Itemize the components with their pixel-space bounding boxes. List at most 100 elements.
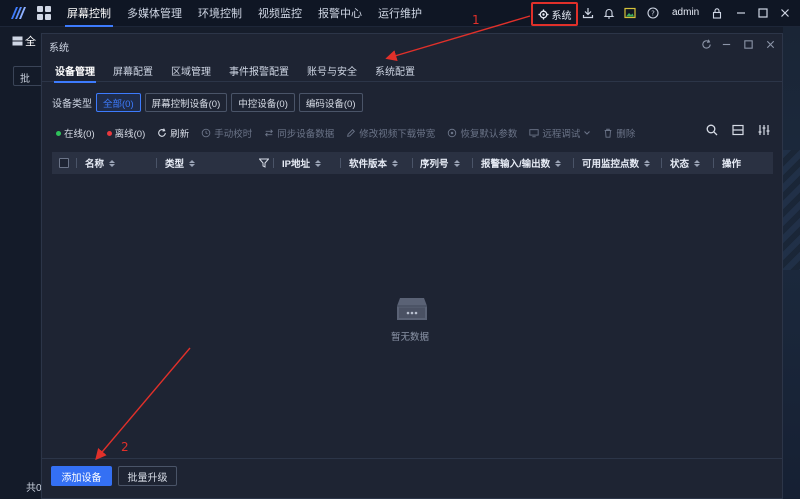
column-serial-number[interactable]: 序列号	[420, 152, 460, 174]
remote-debug-dropdown[interactable]: 远程调试	[529, 126, 591, 140]
sync-device-data-button[interactable]: 同步设备数据	[264, 126, 334, 140]
nav-video-monitor[interactable]: 视频监控	[250, 0, 310, 27]
online-dot-icon	[56, 130, 61, 136]
sync-icon	[265, 129, 274, 137]
dialog-refresh-icon[interactable]	[700, 38, 712, 50]
sort-icon	[644, 159, 651, 167]
empty-state: 暂无数据	[390, 296, 434, 343]
tab-screen-config[interactable]: 屏幕配置	[104, 58, 162, 82]
nav-screen-control[interactable]: 屏幕控制	[59, 0, 119, 27]
filter-chip-encoder[interactable]: 编码设备(0)	[298, 93, 363, 112]
device-table-header: 名称 类型 IP地址 软件版本 序列号 报警输入/输出数 可用监控点数 状态 操…	[52, 152, 773, 174]
column-name[interactable]: 名称	[85, 152, 116, 174]
app-menu-icon[interactable]	[37, 6, 51, 20]
annotation-step-2: 2	[121, 440, 129, 454]
sort-icon	[694, 159, 701, 167]
filter-chip-all[interactable]: 全部(0)	[96, 93, 141, 112]
time-sync-button[interactable]: 手动校时	[201, 126, 252, 140]
column-settings-icon[interactable]	[732, 124, 744, 136]
refresh-icon	[158, 128, 167, 137]
svg-text:?: ?	[651, 10, 655, 18]
bell-icon[interactable]	[602, 6, 616, 20]
select-all-checkbox[interactable]	[59, 152, 69, 174]
empty-state-text: 暂无数据	[390, 332, 429, 343]
sort-icon	[453, 159, 460, 167]
dialog-minimize-icon[interactable]	[720, 38, 732, 50]
tab-event-alarm-config[interactable]: 事件报警配置	[220, 58, 298, 82]
chevron-down-icon	[584, 131, 591, 135]
add-device-button[interactable]: 添加设备	[51, 466, 112, 486]
dialog-footer-divider	[42, 458, 782, 459]
main-nav: 屏幕控制 多媒体管理 环境控制 视频监控 报警中心 运行维护	[59, 0, 430, 27]
nav-multimedia[interactable]: 多媒体管理	[119, 0, 190, 27]
device-toolbar: 在线(0) 离线(0) 刷新 手动校时 同步设备数据 修改视频下载带宽 恢复默认…	[56, 124, 776, 142]
sort-icon	[392, 159, 399, 167]
search-icon[interactable]	[706, 124, 718, 136]
system-dialog: 系统 设备管理 屏幕配置 区域管理 事件报警配置 账号与安全 系统配置 设备类型…	[41, 33, 783, 499]
window-maximize-icon[interactable]	[756, 6, 770, 20]
delete-button[interactable]: 删除	[603, 126, 635, 140]
tab-device-management[interactable]: 设备管理	[46, 58, 104, 83]
batch-upgrade-button[interactable]: 批量升级	[118, 466, 177, 486]
filter-chip-central-control[interactable]: 中控设备(0)	[231, 93, 295, 112]
sort-icon	[555, 159, 562, 167]
trash-icon	[605, 128, 612, 138]
tab-system-config[interactable]: 系统配置	[366, 58, 424, 82]
column-software-version[interactable]: 软件版本	[349, 152, 399, 174]
empty-box-icon	[397, 298, 427, 320]
column-alarm-io[interactable]: 报警输入/输出数	[481, 152, 562, 174]
clock-icon	[201, 128, 211, 138]
sort-icon	[314, 159, 321, 167]
lock-icon[interactable]	[710, 6, 724, 20]
nav-operations[interactable]: 运行维护	[370, 0, 430, 27]
edit-icon	[347, 129, 356, 137]
annotation-step-1: 1	[472, 13, 480, 27]
window-close-icon[interactable]	[778, 6, 792, 20]
type-filter-icon[interactable]	[259, 152, 269, 174]
toolbar-right-icons	[706, 124, 770, 136]
download-icon[interactable]	[581, 6, 595, 20]
restore-default-button[interactable]: 恢复默认参数	[447, 126, 517, 140]
offline-dot-icon	[106, 130, 112, 136]
system-label: 系统	[551, 10, 572, 22]
app-logo-icon	[7, 2, 29, 24]
column-monitor-points[interactable]: 可用监控点数	[582, 152, 651, 174]
system-button[interactable]: 系统	[531, 2, 578, 26]
dialog-title: 系统	[49, 43, 69, 54]
nav-alarm-center[interactable]: 报警中心	[310, 0, 370, 27]
user-name[interactable]: admin	[672, 7, 699, 18]
background-batch-button[interactable]: 批	[13, 66, 43, 86]
sort-icon	[189, 159, 196, 167]
restore-icon	[448, 128, 457, 138]
tab-area-management[interactable]: 区域管理	[162, 58, 220, 82]
column-status[interactable]: 状态	[670, 152, 701, 174]
modify-bandwidth-button[interactable]: 修改视频下载带宽	[346, 126, 435, 140]
online-filter[interactable]: 在线(0)	[56, 126, 95, 140]
background-decoration	[783, 150, 800, 270]
device-icon	[12, 36, 23, 46]
sort-icon	[109, 159, 116, 167]
tab-account-security[interactable]: 账号与安全	[298, 58, 366, 82]
column-ip-address[interactable]: IP地址	[282, 152, 321, 174]
window-minimize-icon[interactable]	[734, 6, 748, 20]
top-navigation-bar: 屏幕控制 多媒体管理 环境控制 视频监控 报警中心 运行维护 系统 ? admi…	[0, 0, 800, 27]
background-title: 全	[12, 33, 36, 49]
image-icon[interactable]	[623, 6, 637, 20]
dialog-close-icon[interactable]	[764, 38, 776, 50]
gear-icon	[537, 8, 549, 20]
filter-settings-icon[interactable]	[758, 124, 770, 136]
filter-label: 设备类型	[52, 99, 92, 110]
monitor-icon	[529, 129, 539, 138]
dialog-tabs: 设备管理 屏幕配置 区域管理 事件报警配置 账号与安全 系统配置	[42, 58, 782, 83]
background-footer-count: 共0	[26, 483, 42, 494]
filter-chip-screen-control[interactable]: 屏幕控制设备(0)	[144, 93, 228, 112]
column-actions: 操作	[722, 159, 742, 170]
device-type-filter: 设备类型 全部(0) 屏幕控制设备(0) 中控设备(0) 编码设备(0)	[52, 93, 367, 112]
nav-environment[interactable]: 环境控制	[190, 0, 250, 27]
background-panel	[0, 27, 40, 499]
refresh-button[interactable]: 刷新	[157, 126, 189, 140]
help-icon[interactable]: ?	[646, 6, 660, 20]
offline-filter[interactable]: 离线(0)	[106, 126, 145, 140]
column-type[interactable]: 类型	[165, 152, 196, 174]
dialog-maximize-icon[interactable]	[742, 38, 754, 50]
